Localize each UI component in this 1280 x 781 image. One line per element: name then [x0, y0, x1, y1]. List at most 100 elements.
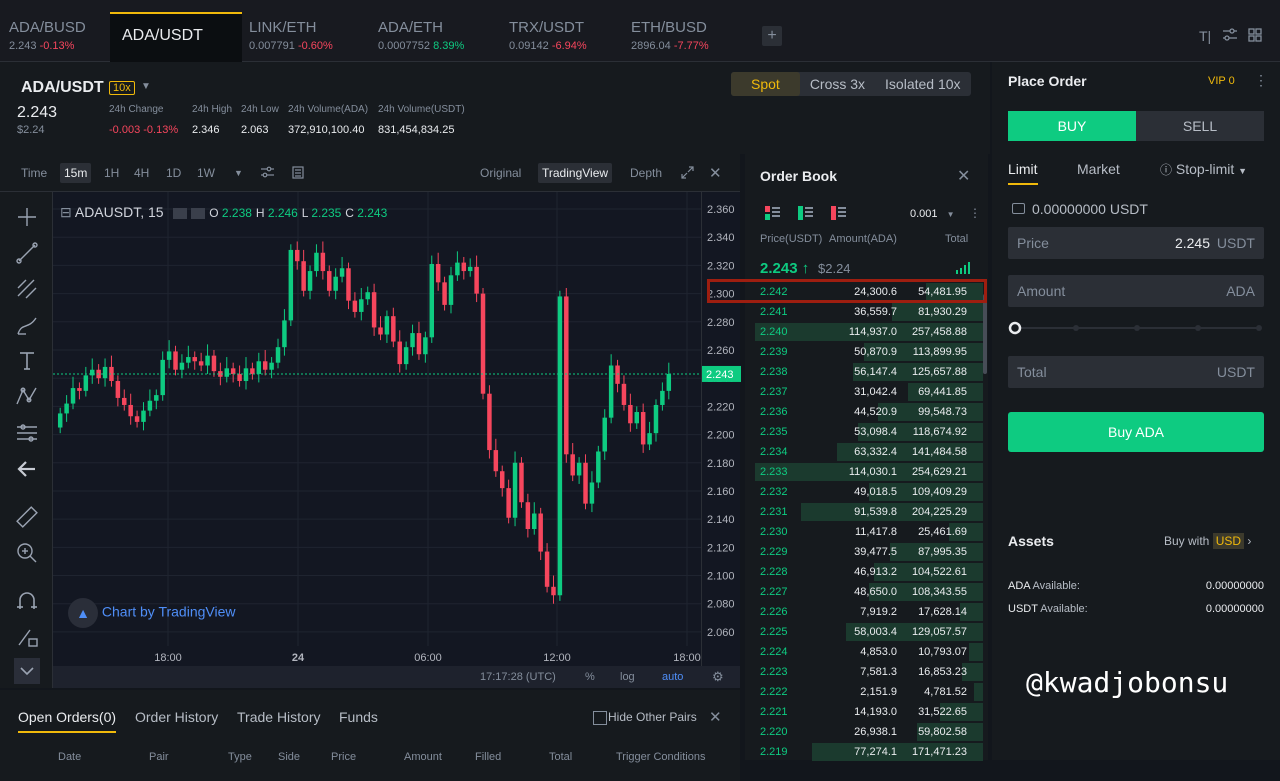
tab-isolated[interactable]: Isolated 10x [875, 72, 971, 96]
back-arrow-icon[interactable] [14, 456, 40, 482]
text-tool-icon[interactable] [14, 348, 40, 374]
bid-row[interactable]: 2.224 4,853.0 10,793.07 [755, 642, 983, 662]
precision-select[interactable]: 0.001 ▼ [910, 208, 955, 220]
interval-1h[interactable]: 1H [104, 166, 119, 180]
bid-row[interactable]: 2.222 2,151.9 4,781.52 [755, 682, 983, 702]
interval-dropdown-icon[interactable]: ▼ [234, 168, 243, 178]
price-axis[interactable]: 2.3602.3402.3202.3002.2802.2602.2402.220… [701, 192, 741, 666]
tab-ada-usdt[interactable]: ADA/USDT [110, 12, 242, 62]
bid-row[interactable]: 2.235 53,098.4 118,674.92 [755, 422, 983, 442]
amount-field[interactable]: Amount ADA [1008, 275, 1264, 307]
bid-row[interactable]: 2.220 26,938.1 59,802.58 [755, 722, 983, 742]
bid-row[interactable]: 2.223 7,581.3 16,853.23 [755, 662, 983, 682]
bid-row[interactable]: 2.241 36,559.7 81,930.29 [755, 302, 983, 322]
ruler-icon[interactable] [14, 504, 40, 530]
candlestick-chart[interactable]: 18:00 24 06:00 12:00 18:00 [53, 192, 701, 666]
bid-row[interactable]: 2.239 50,870.9 113,899.95 [755, 342, 983, 362]
tradingview-badge[interactable]: ▲ Chart by TradingView [68, 598, 235, 628]
bid-row[interactable]: 2.231 91,539.8 204,225.29 [755, 502, 983, 522]
percent-scale-toggle[interactable]: % [585, 671, 595, 683]
tab-order-history[interactable]: Order History [135, 709, 218, 725]
bid-row[interactable]: 2.234 63,332.4 141,484.58 [755, 442, 983, 462]
vip-level[interactable]: VIP 0 [1208, 75, 1235, 87]
chart-settings-gear-icon[interactable]: ⚙ [712, 669, 724, 685]
bid-row[interactable]: 2.236 44,520.9 99,548.73 [755, 402, 983, 422]
chart-canvas[interactable]: 18:00 24 06:00 12:00 18:00 [53, 192, 701, 666]
interval-1w[interactable]: 1W [197, 166, 215, 180]
tab-open-orders[interactable]: Open Orders(0) [18, 709, 117, 733]
interval-1d[interactable]: 1D [166, 166, 181, 180]
bid-row[interactable]: 2.228 46,913.2 104,522.61 [755, 562, 983, 582]
tab-funds[interactable]: Funds [339, 709, 378, 725]
tab-trade-history[interactable]: Trade History [237, 709, 321, 725]
layout-grid-icon[interactable] [1248, 28, 1262, 45]
settings-sliders-icon[interactable] [1222, 28, 1238, 45]
symbol-title[interactable]: ADA/USDT [21, 79, 104, 97]
order-type-market[interactable]: Market [1077, 161, 1120, 177]
tab-link-eth[interactable]: LINK/ETH 0.007791 -0.60% [240, 12, 342, 62]
total-field[interactable]: Total USDT [1008, 356, 1264, 388]
interval-4h[interactable]: 4H [134, 166, 149, 180]
fullscreen-icon[interactable] [681, 166, 694, 182]
order-book-scrollbar[interactable] [983, 294, 987, 374]
close-orders-icon[interactable]: ✕ [709, 708, 722, 726]
auto-scale-toggle[interactable]: auto [662, 671, 683, 683]
view-asks-icon[interactable] [831, 206, 846, 220]
add-tab-button[interactable]: + [762, 26, 782, 46]
bid-row[interactable]: 2.219 77,274.1 171,471.23 [755, 742, 983, 762]
tab-spot[interactable]: Spot [731, 72, 800, 96]
magnet-icon[interactable] [14, 588, 40, 614]
fib-tool-icon[interactable] [14, 276, 40, 302]
tab-ada-eth[interactable]: ADA/ETH 0.0007752 8.39% [369, 12, 473, 62]
view-bids-icon[interactable] [798, 206, 813, 220]
zoom-in-icon[interactable] [14, 540, 40, 566]
indicator-settings-icon[interactable] [261, 166, 274, 181]
view-both-icon[interactable] [765, 206, 780, 220]
bid-row[interactable]: 2.229 39,477.5 87,995.35 [755, 542, 983, 562]
more-options-icon[interactable]: ⋮ [969, 206, 981, 220]
prediction-tool-icon[interactable] [14, 420, 40, 446]
amount-slider[interactable] [1008, 320, 1264, 336]
view-tradingview[interactable]: TradingView [538, 163, 613, 183]
bid-row[interactable]: 2.232 49,018.5 109,409.29 [755, 482, 983, 502]
interval-15m[interactable]: 15m [60, 163, 92, 183]
view-original[interactable]: Original [480, 166, 521, 180]
collapse-legend-icon[interactable]: ⊟ [60, 204, 72, 220]
bid-row[interactable]: 2.230 11,417.8 25,461.69 [755, 522, 983, 542]
settings-icon[interactable] [191, 207, 206, 219]
price-field[interactable]: Price 2.245 USDT [1008, 227, 1264, 259]
pattern-tool-icon[interactable] [14, 384, 40, 410]
bid-row[interactable]: 2.238 56,147.4 125,657.88 [755, 362, 983, 382]
tab-trx-usdt[interactable]: TRX/USDT 0.09142 -6.94% [500, 12, 596, 62]
bid-row[interactable]: 2.221 14,193.0 31,522.65 [755, 702, 983, 722]
checkbox-box[interactable] [593, 710, 607, 725]
text-size-icon[interactable]: T| [1199, 28, 1211, 44]
tab-eth-busd[interactable]: ETH/BUSD 2896.04 -7.77% [622, 12, 718, 62]
more-options-icon[interactable]: ⋮ [1254, 72, 1268, 89]
buy-with-link[interactable]: Buy with USD › [1164, 533, 1251, 549]
bid-row[interactable]: 2.227 48,650.0 108,343.55 [755, 582, 983, 602]
eye-icon[interactable] [173, 207, 188, 219]
buy-tab[interactable]: BUY [1008, 111, 1136, 141]
order-type-limit[interactable]: Limit [1008, 161, 1038, 185]
crosshair-icon[interactable] [14, 204, 40, 230]
close-order-book-icon[interactable]: ✕ [957, 166, 970, 186]
buy-ada-button[interactable]: Buy ADA [1008, 412, 1264, 452]
collapse-toolbar-icon[interactable] [14, 658, 40, 684]
sell-tab[interactable]: SELL [1136, 111, 1264, 141]
close-chart-icon[interactable]: ✕ [709, 164, 722, 182]
tab-cross[interactable]: Cross 3x [800, 72, 875, 96]
order-type-stop-limit[interactable]: ⓘ Stop-limit ▼ [1160, 161, 1247, 178]
tab-ada-busd[interactable]: ADA/BUSD 2.243 -0.13% [0, 12, 95, 62]
bid-row[interactable]: 2.237 31,042.4 69,441.85 [755, 382, 983, 402]
bid-row[interactable]: 2.233 114,030.1 254,629.21 [755, 462, 983, 482]
view-depth[interactable]: Depth [630, 166, 662, 180]
brush-icon[interactable] [14, 312, 40, 338]
bid-row[interactable]: 2.226 7,919.2 17,628.14 [755, 602, 983, 622]
log-scale-toggle[interactable]: log [620, 671, 635, 683]
bid-row[interactable]: 2.225 58,003.4 129,057.57 [755, 622, 983, 642]
caret-down-icon[interactable]: ▼ [141, 81, 151, 92]
bid-row[interactable]: 2.240 114,937.0 257,458.88 [755, 322, 983, 342]
price-field-value[interactable]: 2.245 [1175, 235, 1210, 251]
hide-other-pairs-checkbox[interactable]: Hide Other Pairs [593, 710, 697, 725]
